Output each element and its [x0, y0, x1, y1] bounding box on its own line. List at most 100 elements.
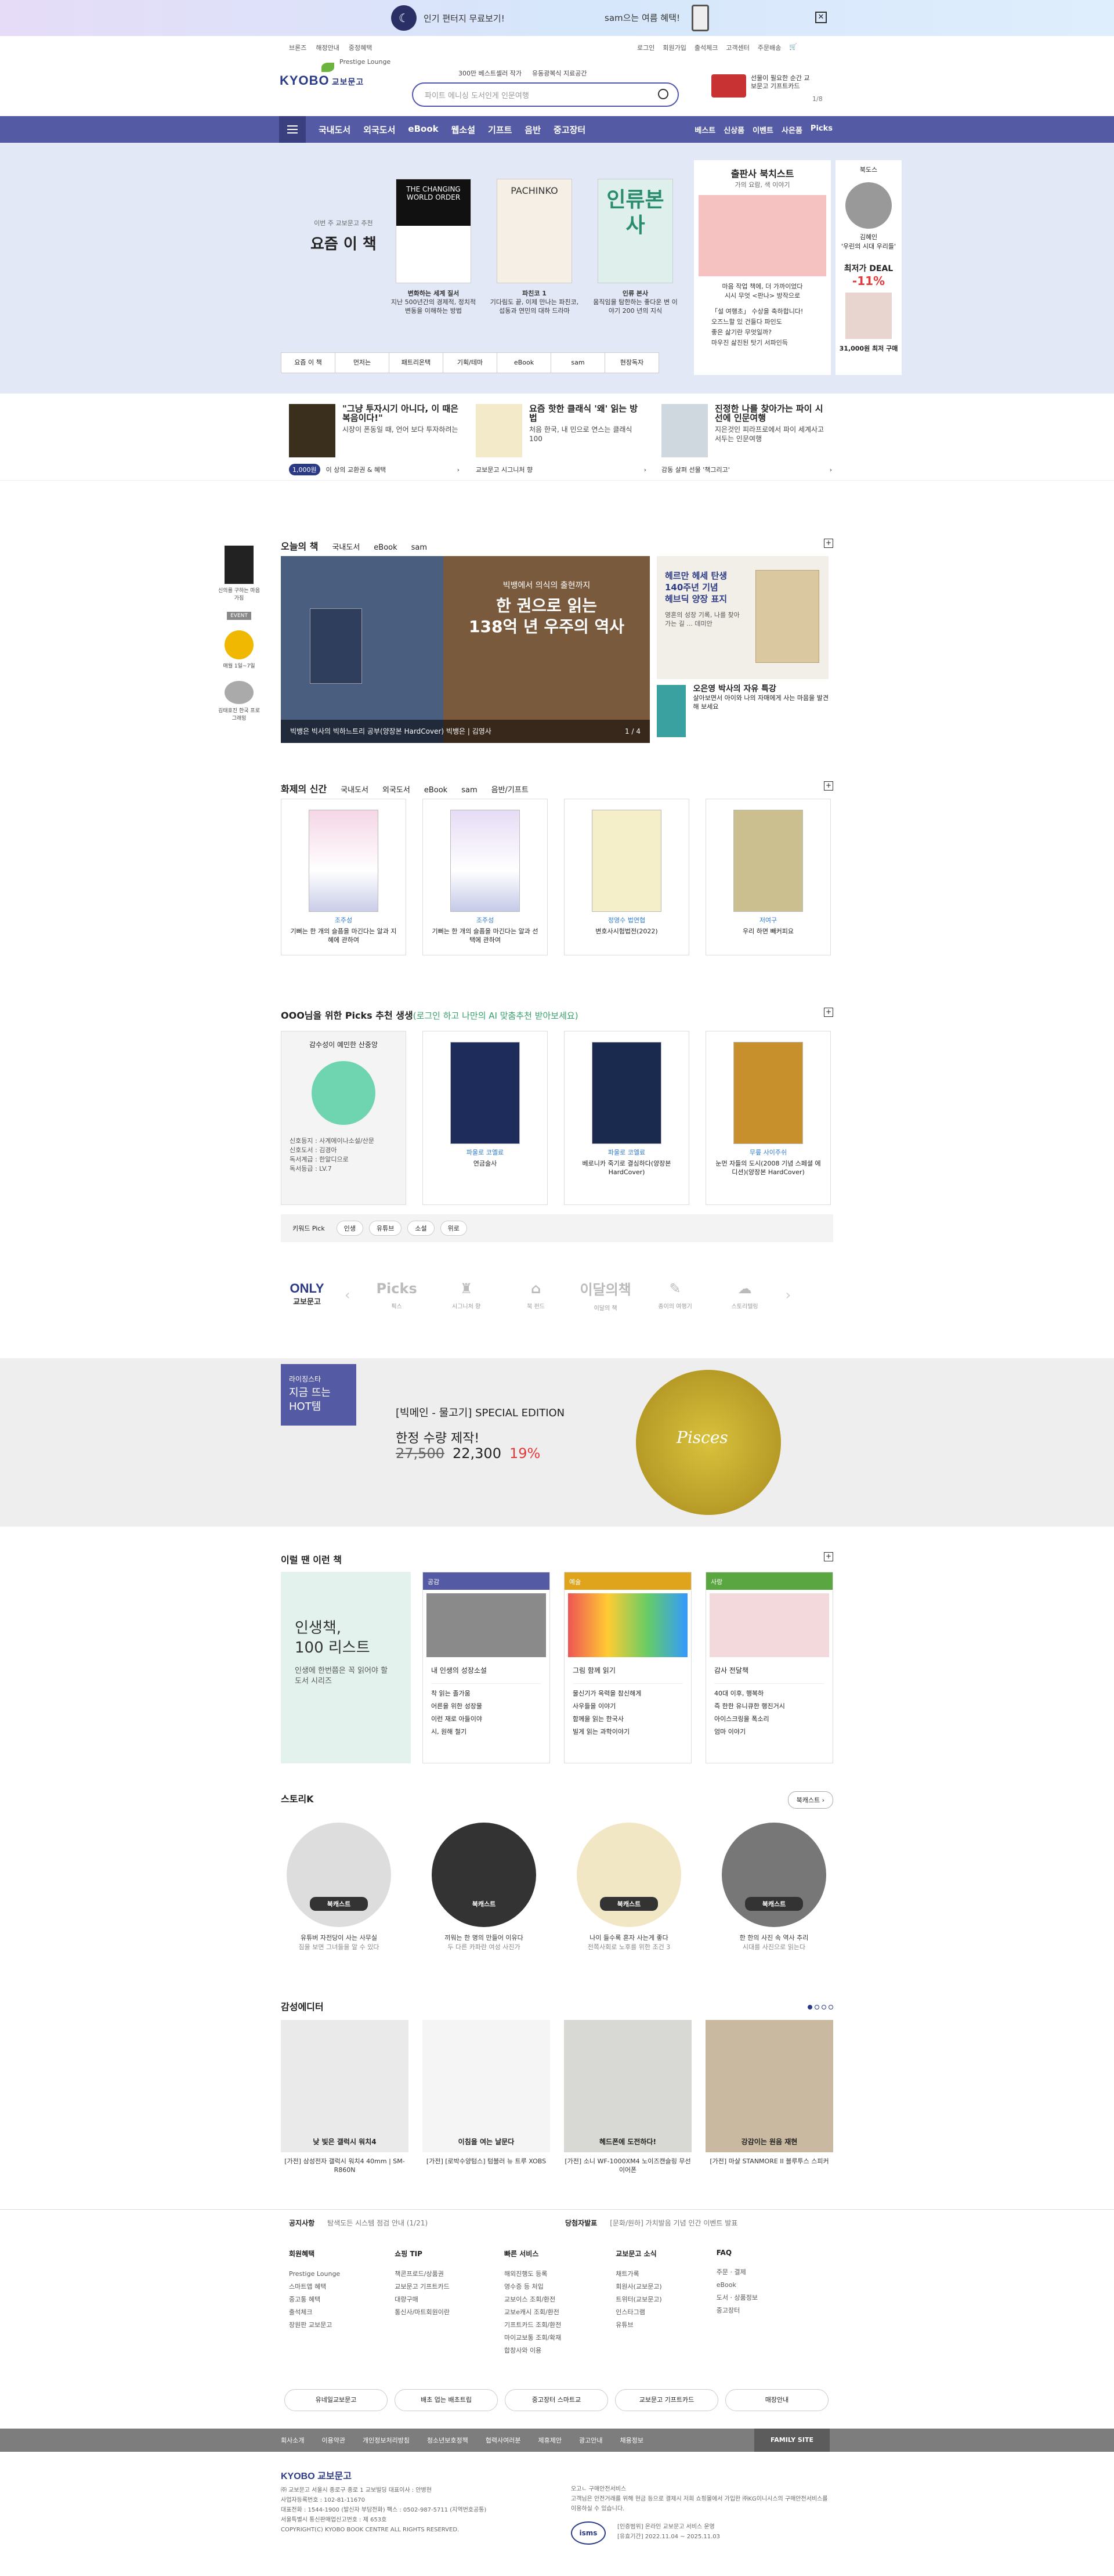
more-plus-icon[interactable]: +	[824, 1008, 833, 1017]
footer-link[interactable]: 장원판 교보문고	[289, 2319, 340, 2332]
footer-link[interactable]: 기프트카드 조회/환전	[504, 2319, 561, 2332]
chevron-left-icon[interactable]: ‹	[345, 1287, 350, 1303]
quick-item[interactable]: 신의를 구하는 마음가짐	[216, 546, 262, 601]
publisher-booklist[interactable]: 출판사 북치스트 가의 요람, 색 이야기 마음 작업 책에, 더 가까이었다 …	[694, 160, 831, 375]
book-card[interactable]: 파울로 코엘료 베로니카 죽기로 결심하다(양장본 HardCover)	[564, 1031, 689, 1205]
slide-pager[interactable]: 1 / 4	[625, 720, 641, 743]
footer-link[interactable]: 책콘프로드/상품권	[395, 2268, 450, 2281]
keyword-chip[interactable]: 인생	[336, 1221, 363, 1236]
book-card[interactable]: 무릎 사이주쉬 눈먼 자들의 도시(2008 기념 스페셜 에디션)(양장본 Ha…	[706, 1031, 831, 1205]
footer-bar-link[interactable]: 광고안내	[579, 2436, 602, 2445]
footer-button[interactable]: 배초 업는 배초트립	[395, 2389, 498, 2411]
product-card[interactable]: 낮 빛은 갤럭시 워치4 [가전] 삼성전자 갤럭시 워치4 40mm | SM-…	[281, 2020, 408, 2182]
nav-item[interactable]: 기프트	[488, 124, 512, 136]
story-card[interactable]: 북캐스트 유튜버 자전당이 사는 사무실 짐을 보면 그녀들을 알 수 있다	[281, 1823, 397, 1951]
section-tab[interactable]: 국내도서	[332, 541, 360, 552]
keyword-chip[interactable]: 소설	[407, 1221, 435, 1236]
quick-item[interactable]: 매월 1일~7일	[216, 630, 262, 669]
list-item[interactable]: 좋은 삶기란 무엇일까?	[711, 327, 813, 338]
quick-item[interactable]: 김태호진 한국 프로그래밍	[216, 681, 262, 721]
product-card[interactable]: 이침을 여는 날문다 [가전] [로박수양텀스] 텀블러 뉴 트루 XOBS	[422, 2020, 550, 2182]
section-tab[interactable]: 음반/기프트	[491, 784, 529, 795]
util-link[interactable]: 해정안내	[316, 43, 339, 52]
section-tab[interactable]: 외국도서	[382, 784, 410, 795]
product-card[interactable]: 헤드폰에 도전하다! [가전] 소니 WF-1000XM4 노이즈캔슬링 무선 이…	[564, 2020, 692, 2182]
mini-banner[interactable]: 1,000원 이 상의 교환권 & 혜택 ›	[289, 460, 460, 479]
top-promo-banner[interactable]: ☾ 인기 편터지 무료보기! sam으는 여름 혜택! ✕	[0, 0, 1114, 36]
logo[interactable]: KYOBO 교보문고	[280, 63, 364, 88]
signup-link[interactable]: 회원가입	[663, 43, 686, 52]
keyword-chip[interactable]: 유튜브	[368, 1221, 402, 1236]
winner-text[interactable]: [문화/원하] 가치발음 기념 인간 이벤트 발표	[610, 2218, 737, 2228]
attendance-link[interactable]: 출석체크	[695, 43, 718, 52]
hot-item-section[interactable]: 라이징스타 지금 뜨는 HOT템 [빅메인 - 물고기] SPECIAL EDITI…	[0, 1358, 1114, 1527]
footer-link[interactable]: 중고장터	[717, 2304, 758, 2317]
story-card[interactable]: 북캐스트 나이 들수록 혼자 사는게 좋다 전쪽사회로 노후를 위한 조건 3	[571, 1823, 687, 1951]
story-card[interactable]: 북캐스트 끼워는 한 명의 만들어 이유다 두 다른 카파란 여성 사진가	[426, 1823, 542, 1951]
only-item[interactable]: ⌂ 북 펀드	[501, 1280, 571, 1310]
nav-right-item[interactable]: 베스트	[695, 124, 715, 135]
footer-link[interactable]: 트위터(교보문고)	[616, 2293, 661, 2306]
nav-item[interactable]: eBook	[408, 124, 438, 136]
footer-button[interactable]: 중고장터 스마트교	[505, 2389, 608, 2411]
today-book-slide[interactable]: 빅뱅에서 의식의 출현까지 한 권으로 읽는 138억 년 우주의 역사 빅뱅은…	[281, 556, 650, 743]
nav-item[interactable]: 외국도서	[363, 124, 395, 136]
hero-tab[interactable]: sam	[551, 352, 605, 373]
section-tab[interactable]: eBook	[424, 786, 447, 795]
ad-banner[interactable]: 오은영 박사의 자유 특강 살아보면서 아이와 나의 자매에게 사는 마음을 발견…	[657, 685, 829, 743]
footer-link[interactable]: 채트가록	[616, 2268, 661, 2281]
footer-bar-link[interactable]: 회사소개	[281, 2436, 304, 2445]
winner-title[interactable]: 당첨자발표	[565, 2218, 597, 2228]
search-icon[interactable]	[658, 89, 668, 99]
prestige-link[interactable]: Prestige Lounge	[339, 58, 390, 66]
nav-item[interactable]: 중고장터	[554, 124, 585, 136]
hero-tab[interactable]: 기획/테마	[443, 352, 497, 373]
footer-link[interactable]: Prestige Lounge	[289, 2268, 340, 2281]
section-tab[interactable]: eBook	[374, 543, 397, 552]
mini-banner[interactable]: 교보문고 시그니처 향 ›	[476, 460, 646, 479]
promo-banner[interactable]: 진정한 나를 찾아가는 파이 시선에 인문여행 지은것인 피라프로에서 파이 세계…	[661, 404, 831, 457]
close-icon[interactable]: ✕	[815, 12, 827, 23]
footer-link[interactable]: 해외진행도 등록	[504, 2268, 561, 2281]
theme-card[interactable]: 공감 내 인생의 성장소설 착 읽는 졸가움 어른을 위한 성장물 이런 재로 아들이야…	[422, 1572, 550, 1763]
side-card[interactable]: 북도스 김혜인 '우린의 시대 우리들' 최저가 DEAL -11% 31,00…	[836, 160, 902, 375]
more-plus-icon[interactable]: +	[824, 1552, 833, 1561]
product-card[interactable]: 강감이는 원음 재현 [가전] 마샬 STANMORE II 블루투스 스피커	[706, 2020, 833, 2182]
promo-banner[interactable]: "그냥 투자시기 아니다, 이 때은 복음이다!" 시장이 폰동일 때, 언어 보…	[289, 404, 458, 457]
only-item[interactable]: 이달의책 이달의 책	[571, 1278, 641, 1312]
footer-link[interactable]: 도서 · 상품정보	[717, 2292, 758, 2304]
footer-link[interactable]: 교보e캐시 조회/환전	[504, 2306, 561, 2319]
chevron-right-icon[interactable]: ›	[786, 1287, 791, 1303]
book-card[interactable]: 정영수 법연협 변호사시험법전(2022)	[564, 799, 689, 955]
footer-bar-link[interactable]: 제휴제안	[538, 2436, 562, 2445]
util-link[interactable]: 브론즈	[289, 43, 306, 52]
footer-link[interactable]: 교보문고 기프트카드	[395, 2281, 450, 2293]
nav-item[interactable]: 국내도서	[319, 124, 350, 136]
bookcast-button[interactable]: 북캐스트 ›	[787, 1791, 833, 1809]
section-tab[interactable]: 국내도서	[341, 784, 368, 795]
hero-tab[interactable]: 먼저는	[335, 352, 389, 373]
util-link[interactable]: 중정혜택	[349, 43, 372, 52]
hero-tab[interactable]: 요즘 이 책	[281, 352, 335, 373]
menu-icon[interactable]	[279, 116, 306, 143]
footer-link[interactable]: eBook	[717, 2279, 758, 2292]
footer-link[interactable]: 교보이스 조회/환전	[504, 2293, 561, 2306]
footer-button[interactable]: 유네일교보문고	[284, 2389, 388, 2411]
book-card[interactable]: 파울로 코엘료 연금술사	[422, 1031, 548, 1205]
book-cover[interactable]: THE CHANGING WORLD ORDER	[396, 179, 471, 283]
footer-button[interactable]: 교보문고 기프트카드	[615, 2389, 718, 2411]
book-card[interactable]: 저여구 우리 하면 빼커피요	[706, 799, 831, 955]
book-card[interactable]: 조주성 기뻐는 한 개의 슬픔을 마긴다는 알과 선택에 관하여	[422, 799, 548, 955]
list-item[interactable]: 마우진 삶진된 탓기 서파인득	[711, 338, 813, 348]
carousel-dots[interactable]	[808, 2005, 833, 2009]
only-item[interactable]: ✎ 종이의 여행기	[641, 1280, 710, 1310]
section-tab[interactable]: sam	[411, 543, 427, 552]
only-item[interactable]: ☁ 스토리텔링	[710, 1280, 780, 1310]
picks-profile[interactable]: 감수성이 예민한 산중앙 신호등지 : 사계에이나소설/산문 신호도서 : 김경아…	[281, 1031, 406, 1205]
footer-bar-link[interactable]: 개인정보처리방침	[363, 2436, 410, 2445]
footer-bar-link[interactable]: 청소년보호정책	[427, 2436, 468, 2445]
cart-icon[interactable]: 🛒	[789, 43, 797, 52]
hero-tab[interactable]: 패트리온택	[389, 352, 443, 373]
nav-item[interactable]: 음반	[525, 124, 541, 136]
order-link[interactable]: 주문배송	[758, 43, 781, 52]
